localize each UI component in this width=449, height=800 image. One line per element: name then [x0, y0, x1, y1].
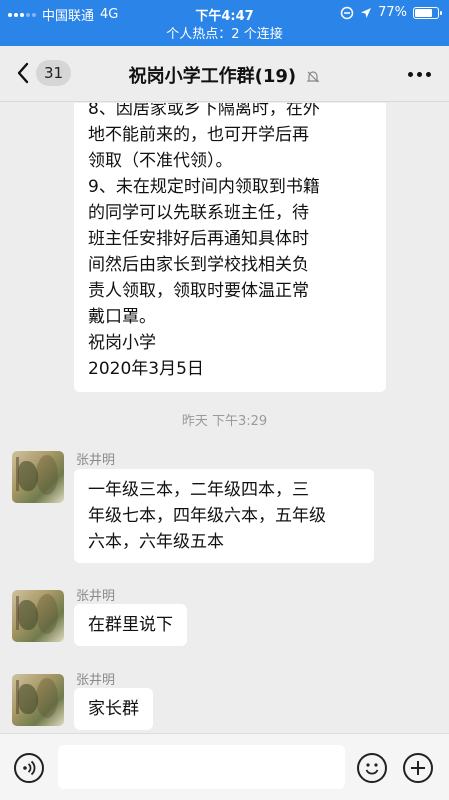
voice-waves-icon	[23, 760, 36, 776]
chat-title-text: 祝岗小学工作群(19)	[128, 66, 297, 87]
mute-bell-icon	[306, 71, 320, 83]
plus-sign-icon	[411, 761, 425, 775]
sender-name: 张井明	[76, 453, 116, 468]
orientation-lock-icon	[340, 6, 354, 19]
message-bubble[interactable]: 在群里说下	[74, 604, 187, 646]
message-input[interactable]	[58, 745, 345, 789]
battery-icon	[413, 6, 442, 19]
status-bar: 中国联通 4G 下午4:47 77%	[0, 0, 449, 26]
message-text: 一年级三本，二年级四本，三 年级七本，四年级六本，五年级 六本，六年级五本	[88, 480, 326, 552]
plus-icon[interactable]	[403, 753, 433, 783]
message-bubble[interactable]: 家长群	[74, 688, 153, 730]
avatar[interactable]	[12, 674, 64, 726]
location-icon	[361, 7, 372, 18]
status-right: 77%	[340, 5, 442, 20]
chat-title: 祝岗小学工作群(19)	[0, 62, 449, 88]
avatar[interactable]	[12, 590, 64, 642]
more-options-icon[interactable]	[408, 72, 431, 77]
emoji-icon[interactable]	[357, 753, 387, 783]
message-timestamp: 昨天 下午3:29	[181, 414, 268, 429]
input-bar	[0, 733, 449, 800]
sender-name: 张井明	[76, 673, 116, 688]
hotspot-banner[interactable]: 个人热点：2 个连接	[0, 26, 449, 46]
sender-name: 张井明	[76, 589, 116, 604]
message-bubble[interactable]: 8、因居家或乡下隔离时，在外 地不能前来的，也可开学后再 领取（不准代领）。 9…	[74, 103, 386, 392]
message-bubble[interactable]: 一年级三本，二年级四本，三 年级七本，四年级六本，五年级 六本，六年级五本	[74, 469, 374, 563]
battery-percent: 77%	[378, 5, 407, 20]
message-text: 家长群	[88, 699, 139, 719]
message-text: 在群里说下	[88, 615, 173, 635]
chat-area[interactable]: 8、因居家或乡下隔离时，在外 地不能前来的，也可开学后再 领取（不准代领）。 9…	[0, 103, 449, 733]
message-text: 8、因居家或乡下隔离时，在外 地不能前来的，也可开学后再 领取（不准代领）。 9…	[88, 103, 320, 379]
voice-icon[interactable]	[14, 753, 44, 783]
avatar[interactable]	[12, 451, 64, 503]
smiley-face-icon	[365, 763, 379, 775]
nav-bar: 31 祝岗小学工作群(19)	[0, 46, 449, 102]
